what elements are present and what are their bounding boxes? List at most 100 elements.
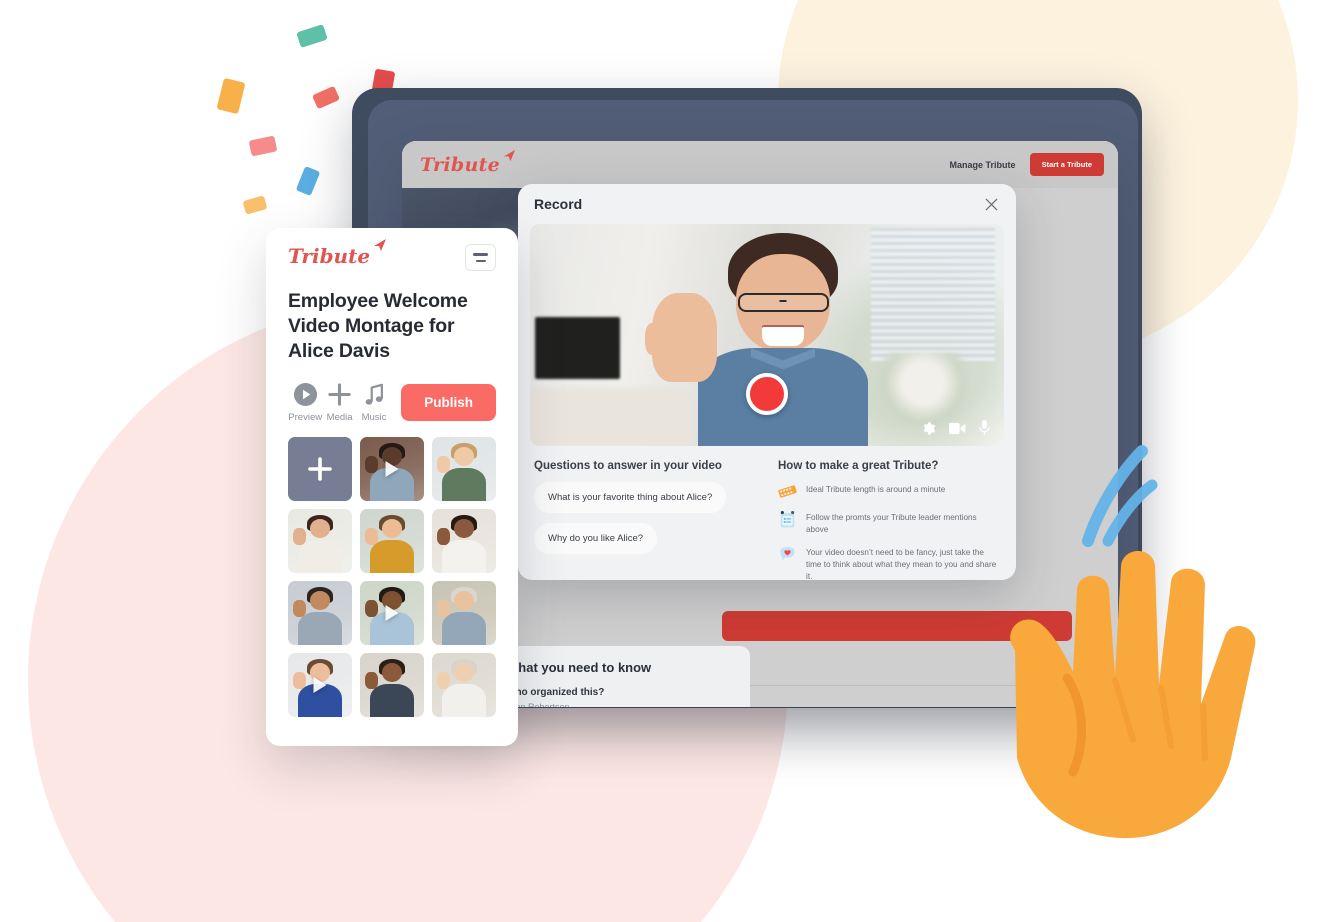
portrait-hand — [365, 672, 378, 689]
media-action[interactable]: Media — [322, 382, 356, 423]
project-card-header: Tribute — [288, 239, 496, 271]
portrait-torso — [298, 539, 342, 573]
hamburger-menu-icon[interactable] — [465, 244, 496, 271]
preview-action[interactable]: Preview — [288, 382, 322, 423]
video-thumbnail[interactable] — [360, 652, 424, 717]
plus-icon — [288, 437, 352, 501]
video-thumbnail[interactable] — [360, 436, 424, 501]
gear-icon[interactable] — [921, 421, 936, 436]
add-media-background — [288, 436, 352, 501]
confetti-piece — [295, 165, 321, 197]
music-action[interactable]: Music — [357, 382, 391, 423]
video-thumbnail[interactable] — [360, 580, 424, 645]
portrait-torso — [442, 539, 486, 573]
film-strip-icon — [778, 482, 797, 501]
portrait-torso — [442, 467, 486, 501]
video-camera-icon[interactable] — [949, 422, 966, 435]
video-thumbnail[interactable] — [432, 436, 496, 501]
video-thumbnail[interactable] — [360, 508, 424, 573]
background-tv — [534, 317, 621, 380]
portrait-torso — [298, 611, 342, 645]
portrait — [360, 652, 424, 717]
hamburger-line — [475, 259, 486, 263]
tribute-logo-card[interactable]: Tribute — [288, 239, 387, 268]
portrait — [432, 580, 496, 645]
video-preview — [530, 224, 1004, 446]
thumbnail-portrait — [360, 508, 424, 573]
video-thumbnail[interactable] — [288, 580, 352, 645]
play-icon[interactable] — [313, 676, 327, 693]
add-media-tile[interactable] — [288, 436, 352, 501]
browser-topbar-actions: Manage Tribute Start a Tribute — [950, 153, 1104, 176]
confetti-piece — [296, 24, 328, 48]
record-modal-title: Record — [534, 196, 583, 212]
thumbnail-portrait — [360, 580, 424, 645]
portrait-hand — [293, 528, 306, 545]
thumbnail-portrait — [432, 508, 496, 573]
plus-icon — [322, 382, 356, 408]
publish-button[interactable]: Publish — [401, 383, 496, 421]
play-circle-icon — [288, 382, 322, 408]
clipboard-icon — [778, 510, 797, 529]
video-thumbnail[interactable] — [432, 652, 496, 717]
portrait-torso — [370, 683, 414, 717]
background-window-blinds — [871, 228, 995, 362]
background-plant — [871, 352, 976, 429]
portrait-hand — [365, 456, 378, 473]
record-modal-body: Questions to answer in your video What i… — [518, 446, 1016, 580]
background-sofa — [530, 388, 692, 446]
paper-plane-icon — [374, 239, 387, 251]
start-a-tribute-button[interactable]: Start a Tribute — [1029, 153, 1104, 176]
what-you-need-to-know-card: What you need to know Who organized this… — [490, 646, 750, 707]
question-chip[interactable]: Why do you like Alice? — [534, 523, 658, 554]
thumbnail-portrait — [360, 652, 424, 717]
subject-smile — [762, 326, 804, 346]
preview-label: Preview — [288, 411, 323, 423]
howto-tip-text: Ideal Tribute length is around a minute — [806, 485, 946, 494]
subject-glasses — [737, 292, 829, 312]
subject-waving-hand — [644, 292, 717, 383]
portrait-hand — [437, 600, 450, 617]
manage-tribute-link[interactable]: Manage Tribute — [950, 160, 1016, 170]
portrait-hand — [293, 600, 306, 617]
browser-topbar: Tribute Manage Tribute Start a Tribute — [402, 141, 1118, 188]
video-thumbnail[interactable] — [288, 652, 352, 717]
record-modal: Record Questions to answer in your video… — [518, 184, 1016, 580]
thumbnail-portrait — [432, 652, 496, 717]
tribute-logo[interactable]: Tribute — [420, 149, 516, 176]
record-modal-header: Record — [518, 184, 1016, 224]
media-label: Media — [326, 411, 353, 423]
video-subject — [644, 232, 876, 446]
portrait — [432, 652, 496, 717]
thumbnail-portrait — [288, 508, 352, 573]
portrait-torso — [370, 539, 414, 573]
page-title: Employee Welcome Video Montage for Alice… — [288, 290, 468, 362]
play-icon[interactable] — [385, 604, 399, 621]
need-card-question: Who organized this? — [506, 687, 605, 698]
confetti-piece — [242, 195, 268, 215]
video-thumbnail[interactable] — [288, 508, 352, 573]
paper-plane-icon — [503, 149, 516, 161]
microphone-icon[interactable] — [979, 420, 990, 436]
play-icon[interactable] — [385, 460, 399, 477]
video-thumbnail[interactable] — [432, 508, 496, 573]
questions-column: Questions to answer in your video What i… — [534, 460, 760, 580]
close-icon[interactable] — [985, 198, 998, 211]
portrait-hand — [437, 456, 450, 473]
video-thumbnail-grid — [288, 436, 496, 717]
thumbnail-portrait — [360, 436, 424, 501]
portrait — [432, 436, 496, 501]
need-card-organizer-name: John Robertson — [506, 702, 570, 707]
question-chip[interactable]: What is your favorite thing about Alice? — [534, 482, 727, 513]
thumbnail-portrait — [288, 580, 352, 645]
waving-hand-emoji — [1010, 551, 1256, 839]
portrait-torso — [442, 683, 486, 717]
portrait — [288, 580, 352, 645]
portrait-hand — [365, 528, 378, 545]
portrait — [288, 508, 352, 573]
video-controls — [921, 420, 990, 436]
record-button[interactable] — [746, 372, 788, 415]
tribute-logo-text: Tribute — [420, 153, 501, 176]
video-thumbnail[interactable] — [432, 580, 496, 645]
portrait-hand — [365, 600, 378, 617]
